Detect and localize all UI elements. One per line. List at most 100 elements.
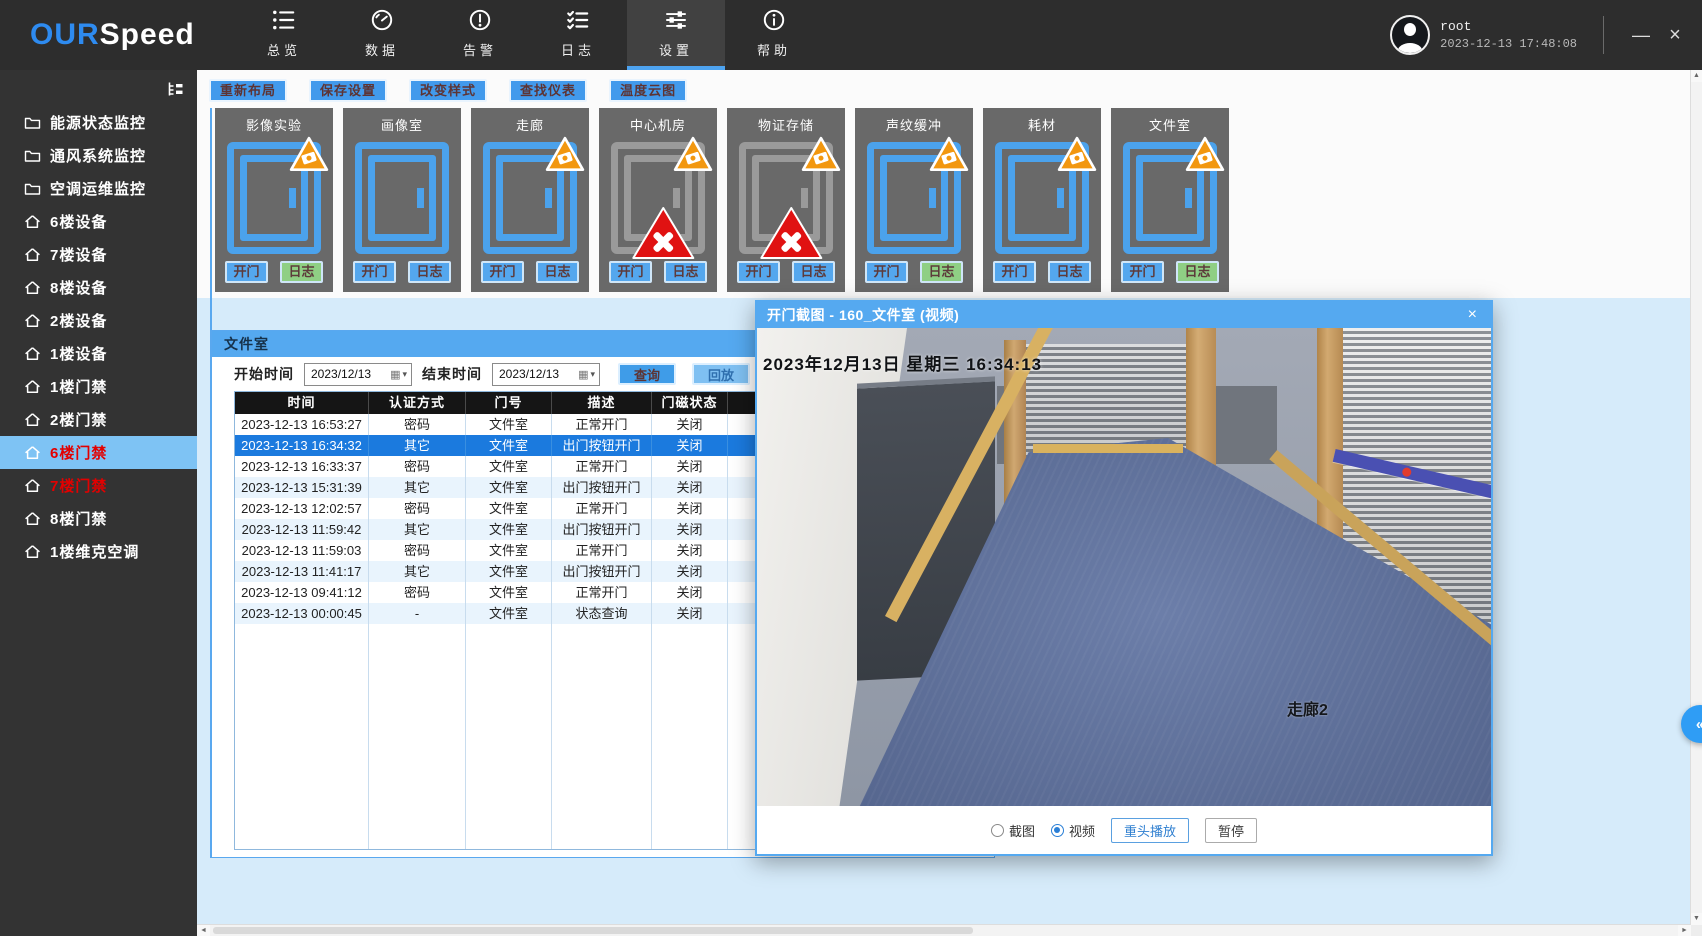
scroll-right-icon[interactable]: ► — [1678, 925, 1691, 936]
cell: 正常开门 — [552, 582, 652, 603]
cell: 密码 — [369, 540, 466, 561]
sidebar-item-floor7-access[interactable]: 7楼门禁 — [0, 469, 197, 502]
panel-collapse-button[interactable]: « — [1681, 705, 1702, 743]
sidebar-item-floor6-access[interactable]: 6楼门禁 — [0, 436, 197, 469]
temperature-cloud-button[interactable]: 温度云图 — [609, 79, 687, 102]
screenshot-radio[interactable]: 截图 — [991, 821, 1035, 840]
horizontal-scrollbar[interactable]: ◄ ► — [197, 924, 1691, 936]
door-card-evidence-storage: 物证存储开门日志 — [727, 108, 845, 292]
sidebar-item-floor8-access[interactable]: 8楼门禁 — [0, 502, 197, 535]
modal-title-bar[interactable]: 开门截图 - 160_文件室 (视频) × — [757, 302, 1491, 328]
sidebar-items: 能源状态监控通风系统监控空调运维监控6楼设备7楼设备8楼设备2楼设备1楼设备1楼… — [0, 106, 197, 568]
sidebar-item-floor6-devices[interactable]: 6楼设备 — [0, 205, 197, 238]
open-door-button[interactable]: 开门 — [737, 261, 780, 283]
list-icon — [271, 7, 297, 33]
sidebar-item-floor7-devices[interactable]: 7楼设备 — [0, 238, 197, 271]
scroll-down-icon[interactable]: ▼ — [1691, 913, 1702, 925]
door-log-button[interactable]: 日志 — [1048, 261, 1091, 283]
pause-button[interactable]: 暂停 — [1205, 818, 1257, 843]
open-door-button[interactable]: 开门 — [993, 261, 1036, 283]
video-radio[interactable]: 视频 — [1051, 821, 1095, 840]
door-card-image-lab: 影像实验开门日志 — [215, 108, 333, 292]
log-icon — [565, 7, 591, 33]
door-log-button[interactable]: 日志 — [1176, 261, 1219, 283]
sidebar-item-floor1-vic-hvac[interactable]: 1楼维克空调 — [0, 535, 197, 568]
sidebar-item-floor8-devices[interactable]: 8楼设备 — [0, 271, 197, 304]
door-log-button[interactable]: 日志 — [280, 261, 323, 283]
query-button[interactable]: 查询 — [618, 363, 676, 385]
cell: 文件室 — [466, 477, 552, 498]
cell: 关闭 — [652, 477, 728, 498]
nav-item-data[interactable]: 数据 — [333, 0, 431, 70]
minimize-button[interactable]: — — [1624, 25, 1658, 46]
open-door-button[interactable]: 开门 — [865, 261, 908, 283]
nav-label: 帮助 — [757, 40, 791, 59]
cell: 其它 — [369, 519, 466, 540]
cell: 其它 — [369, 561, 466, 582]
nav-label: 总览 — [267, 40, 301, 59]
column-header: 门磁状态 — [652, 392, 728, 414]
door-card-title: 中心机房 — [599, 108, 717, 134]
app-window: OUR Speed 总览数据告警日志设置帮助 root 2023-12-13 1… — [0, 0, 1702, 936]
home-icon — [24, 412, 41, 427]
door-log-button[interactable]: 日志 — [408, 261, 451, 283]
change-style-button[interactable]: 改变样式 — [409, 79, 487, 102]
sidebar-item-floor1-access[interactable]: 1楼门禁 — [0, 370, 197, 403]
door-card-title: 耗材 — [983, 108, 1101, 134]
end-date-input[interactable]: 2023/12/13 ▦ ▾ — [492, 363, 600, 386]
cell: 出门按钮开门 — [552, 435, 652, 456]
scrollbar-thumb[interactable] — [213, 927, 973, 934]
door-log-button[interactable]: 日志 — [792, 261, 835, 283]
door-log-button[interactable]: 日志 — [664, 261, 707, 283]
sidebar-item-floor2-devices[interactable]: 2楼设备 — [0, 304, 197, 337]
sidebar-item-label: 7楼设备 — [50, 244, 107, 265]
sidebar-item-floor2-access[interactable]: 2楼门禁 — [0, 403, 197, 436]
door-log-button[interactable]: 日志 — [920, 261, 963, 283]
door-icon — [355, 142, 449, 254]
sidebar-item-energy-monitor[interactable]: 能源状态监控 — [0, 106, 197, 139]
cell: 正常开门 — [552, 414, 652, 435]
scroll-left-icon[interactable]: ◄ — [197, 925, 210, 936]
replay-from-start-button[interactable]: 重头播放 — [1111, 818, 1189, 843]
open-door-button[interactable]: 开门 — [481, 261, 524, 283]
nav-item-help[interactable]: 帮助 — [725, 0, 823, 70]
folder-icon — [24, 148, 41, 163]
main-nav: 总览 数据告警日志设置帮助 — [235, 0, 823, 70]
find-meter-button[interactable]: 查找仪表 — [509, 79, 587, 102]
sidebar-item-floor1-devices[interactable]: 1楼设备 — [0, 337, 197, 370]
modal-close-icon[interactable]: × — [1464, 306, 1481, 324]
camera-alarm-icon — [673, 136, 713, 172]
door-error-icon — [758, 204, 824, 262]
nav-item-settings[interactable]: 设置 — [627, 0, 725, 70]
sidebar-item-hvac-monitor[interactable]: 空调运维监控 — [0, 172, 197, 205]
cell: 关闭 — [652, 540, 728, 561]
open-door-button[interactable]: 开门 — [1121, 261, 1164, 283]
vertical-scrollbar[interactable]: ▲ ▼ — [1690, 70, 1702, 925]
cell: 关闭 — [652, 414, 728, 435]
camera-name-label: 走廊2 — [1287, 696, 1328, 720]
sidebar-item-label: 8楼设备 — [50, 277, 107, 298]
user-info[interactable]: root 2023-12-13 17:48:08 — [1390, 0, 1577, 70]
door-card-central-server-room: 中心机房开门日志 — [599, 108, 717, 292]
sidebar-item-ventilation-monitor[interactable]: 通风系统监控 — [0, 139, 197, 172]
close-button[interactable]: × — [1658, 24, 1692, 47]
open-door-button[interactable]: 开门 — [225, 261, 268, 283]
door-cards-row: 影像实验开门日志画像室开门日志走廊开门日志中心机房开门日志物证存储开门日志声纹缓… — [215, 108, 1229, 292]
door-log-button[interactable]: 日志 — [536, 261, 579, 283]
door-icon — [995, 142, 1089, 254]
scroll-up-icon[interactable]: ▲ — [1691, 70, 1702, 82]
divider — [1603, 16, 1604, 54]
nav-item-overview[interactable]: 总览 — [235, 0, 333, 70]
cell: 2023-12-13 16:53:27 — [235, 414, 369, 435]
open-door-button[interactable]: 开门 — [609, 261, 652, 283]
sidebar-item-label: 空调运维监控 — [50, 178, 146, 199]
nav-item-alarm[interactable]: 告警 — [431, 0, 529, 70]
start-date-input[interactable]: 2023/12/13 ▦ ▾ — [304, 363, 412, 386]
save-settings-button[interactable]: 保存设置 — [309, 79, 387, 102]
relayout-button[interactable]: 重新布局 — [209, 79, 287, 102]
tree-collapse-icon[interactable] — [167, 81, 185, 97]
open-door-button[interactable]: 开门 — [353, 261, 396, 283]
nav-item-logs[interactable]: 日志 — [529, 0, 627, 70]
modal-title: 开门截图 - 160_文件室 (视频) — [767, 305, 1464, 325]
replay-button[interactable]: 回放 — [692, 363, 750, 385]
